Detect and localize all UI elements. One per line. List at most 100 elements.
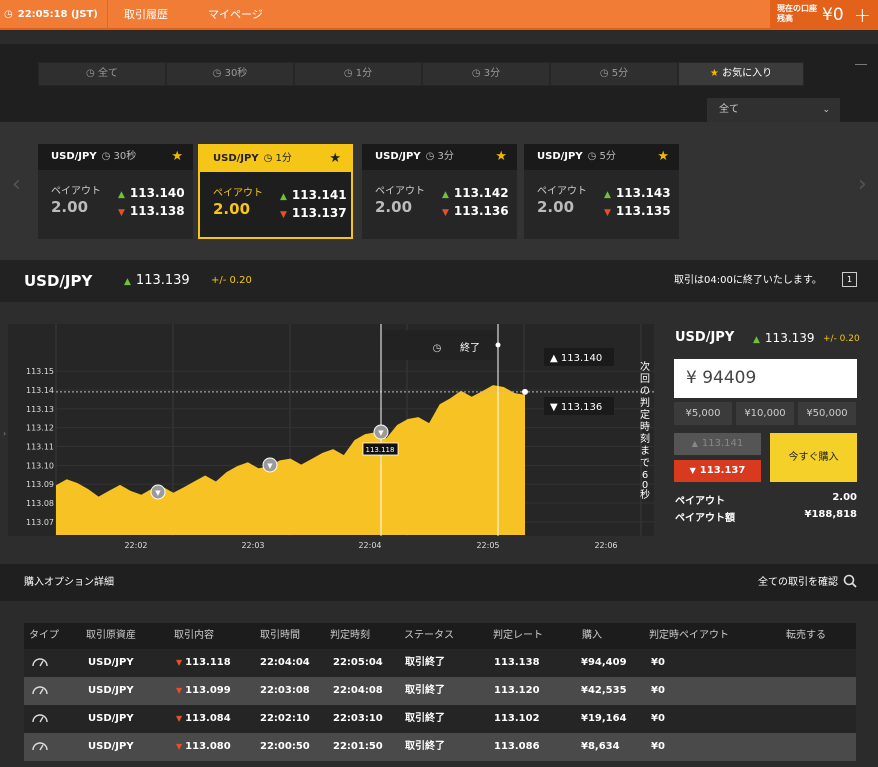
cell-purchase: ¥94,409 bbox=[581, 657, 627, 668]
column-header: 判定時ペイアウト bbox=[649, 630, 729, 641]
nav-mypage[interactable]: マイページ bbox=[208, 0, 263, 30]
card-low-value: 113.138 bbox=[129, 204, 185, 218]
balance-value: ¥0 bbox=[822, 5, 844, 25]
quick-amount-10000[interactable]: ¥10,000 bbox=[736, 402, 794, 425]
arrow-up-icon: ▲ bbox=[691, 439, 698, 448]
ticker-pair: USD/JPY bbox=[24, 272, 93, 290]
column-header: 取引内容 bbox=[174, 630, 214, 641]
countdown-char: 定 bbox=[640, 408, 650, 421]
cell-status: 取引終了 bbox=[405, 657, 445, 668]
table-row[interactable]: USD/JPY ▼ 113.118 22:04:04 22:05:04 取引終了 113.1… bbox=[24, 649, 856, 677]
product-card[interactable]: USD/JPY ◷ 5分 ★ ペイアウト 2.00 ▲ 113.143 ▼ 113.135 bbox=[524, 144, 679, 239]
y-tick-label: 113.11 bbox=[26, 443, 54, 452]
cell-payout: ¥0 bbox=[651, 685, 665, 696]
cell-content: ▼ 113.080 bbox=[176, 733, 231, 761]
payout-value: 2.00 bbox=[832, 492, 857, 503]
arrow-down-icon: ▼ bbox=[280, 210, 287, 220]
arrow-up-icon: ▲ bbox=[753, 335, 760, 345]
clock-icon: ◷ bbox=[599, 68, 612, 79]
nav-trade-history[interactable]: 取引履歴 bbox=[124, 0, 168, 30]
cell-purchase: ¥42,535 bbox=[581, 685, 627, 696]
cell-rate: 113.138 bbox=[494, 657, 540, 668]
card-pair: USD/JPY bbox=[375, 151, 421, 162]
clock-icon: ◷ bbox=[433, 343, 442, 354]
tab-5m[interactable]: ◷ 5分 bbox=[550, 62, 678, 86]
low-button-label: 113.137 bbox=[699, 465, 746, 476]
buy-now-button[interactable]: 今すぐ購入 bbox=[770, 433, 857, 482]
card-high-rate: ▲ 113.143 bbox=[604, 186, 671, 200]
clock-text: 22:05:18 (JST) bbox=[17, 9, 98, 20]
low-button[interactable]: ▼ 113.137 bbox=[674, 460, 761, 482]
column-header: 購入 bbox=[582, 630, 602, 641]
price-chart[interactable]: 113.15 113.14 113.13 113.12 113.11 113.10 113.… bbox=[0, 302, 666, 564]
minimize-icon[interactable] bbox=[855, 64, 867, 65]
cell-asset: USD/JPY bbox=[88, 685, 134, 696]
cell-asset: USD/JPY bbox=[88, 741, 134, 752]
card-header: USD/JPY ◷ 30秒 ★ bbox=[38, 144, 193, 170]
star-icon[interactable]: ★ bbox=[329, 146, 341, 172]
arrow-down-icon: ▼ bbox=[689, 466, 696, 475]
chevron-left-icon[interactable]: ‹ bbox=[12, 172, 21, 197]
table-row[interactable]: USD/JPY ▼ 113.080 22:00:50 22:01:50 取引終了 113.0… bbox=[24, 733, 856, 761]
chevron-right-icon[interactable]: › bbox=[858, 172, 867, 197]
arrow-down-icon: ▼ bbox=[442, 208, 449, 218]
cell-judge-time: 22:04:08 bbox=[333, 685, 383, 696]
search-icon[interactable] bbox=[843, 574, 857, 588]
table-row[interactable]: USD/JPY ▼ 113.084 22:02:10 22:03:10 取引終了 113.1… bbox=[24, 705, 856, 733]
card-high-value: 113.140 bbox=[129, 186, 185, 200]
ticker-change: +/- 0.20 bbox=[211, 275, 252, 286]
cell-trade-time: 22:00:50 bbox=[260, 741, 310, 752]
high-button-label: 113.141 bbox=[701, 438, 744, 449]
product-card[interactable]: USD/JPY ◷ 3分 ★ ペイアウト 2.00 ▲ 113.142 ▼ 113.136 bbox=[362, 144, 517, 239]
tab-label: 30秒 bbox=[224, 68, 248, 79]
tab-1m[interactable]: ◷ 1分 bbox=[294, 62, 422, 86]
tab-favorites[interactable]: ★ お気に入り bbox=[678, 62, 804, 86]
end-label: 終了 bbox=[460, 341, 480, 354]
card-time-value: 3分 bbox=[437, 151, 454, 162]
clock-icon: ◷ bbox=[86, 68, 98, 79]
table-row[interactable]: USD/JPY ▼ 113.099 22:03:08 22:04:08 取引終了 113.1… bbox=[24, 677, 856, 705]
clock-icon: ◷ bbox=[4, 9, 13, 20]
view-all-trades-link[interactable]: 全ての取引を確認 bbox=[758, 564, 838, 601]
payout-amount-value: ¥188,818 bbox=[804, 509, 857, 520]
card-payout-label: ペイアウト bbox=[537, 186, 587, 197]
add-funds-icon[interactable]: + bbox=[854, 0, 871, 30]
arrow-down-icon: ▼ bbox=[604, 208, 611, 218]
cell-rate: 113.120 bbox=[494, 685, 540, 696]
product-card[interactable]: USD/JPY ◷ 30秒 ★ ペイアウト 2.00 ▲ 113.140 ▼ 113.138 bbox=[38, 144, 193, 239]
star-icon[interactable]: ★ bbox=[495, 144, 507, 170]
tab-all[interactable]: ◷ 全て bbox=[38, 62, 166, 86]
star-icon[interactable]: ★ bbox=[171, 144, 183, 170]
clock-icon: ◷ bbox=[101, 151, 114, 162]
cell-status: 取引終了 bbox=[405, 741, 445, 752]
tab-30s[interactable]: ◷ 30秒 bbox=[166, 62, 294, 86]
section-title: 購入オプション詳細 bbox=[24, 577, 114, 588]
bookmark-icon[interactable]: 1 bbox=[842, 272, 857, 287]
quick-amount-50000[interactable]: ¥50,000 bbox=[798, 402, 856, 425]
tab-3m[interactable]: ◷ 3分 bbox=[422, 62, 550, 86]
y-tick-label: 113.08 bbox=[26, 499, 54, 508]
asset-select[interactable]: 全て ⌄ bbox=[707, 98, 840, 122]
select-value: 全て bbox=[719, 104, 739, 115]
countdown-char: 秒 bbox=[640, 488, 650, 501]
y-tick-label: 113.12 bbox=[26, 424, 54, 433]
high-tag: ▲ 113.140 bbox=[550, 353, 602, 364]
amount-input[interactable]: ¥ 94409 bbox=[674, 359, 857, 398]
gauge-icon bbox=[32, 677, 48, 705]
star-icon[interactable]: ★ bbox=[657, 144, 669, 170]
collapse-icon[interactable]: › bbox=[3, 429, 6, 438]
current-rate-dot bbox=[522, 388, 528, 395]
ticker-rate: ▲ 113.139 bbox=[124, 260, 190, 303]
arrow-down-icon: ▼ bbox=[267, 462, 273, 470]
product-card[interactable]: USD/JPY ◷ 1分 ★ ペイアウト 2.00 ▲ 113.141 ▼ 113.137 bbox=[198, 144, 353, 239]
high-button[interactable]: ▲ 113.141 bbox=[674, 433, 761, 455]
arrow-down-icon: ▼ bbox=[118, 208, 125, 218]
ticker-rate-value: 113.139 bbox=[135, 273, 190, 288]
arrow-down-icon: ▼ bbox=[378, 429, 384, 437]
column-header: 取引時間 bbox=[260, 630, 300, 641]
column-header: 判定レート bbox=[493, 630, 543, 641]
quick-amount-5000[interactable]: ¥5,000 bbox=[674, 402, 732, 425]
card-time-value: 5分 bbox=[599, 151, 616, 162]
card-time: ◷ 1分 bbox=[264, 153, 292, 164]
column-header: ステータス bbox=[404, 630, 454, 641]
